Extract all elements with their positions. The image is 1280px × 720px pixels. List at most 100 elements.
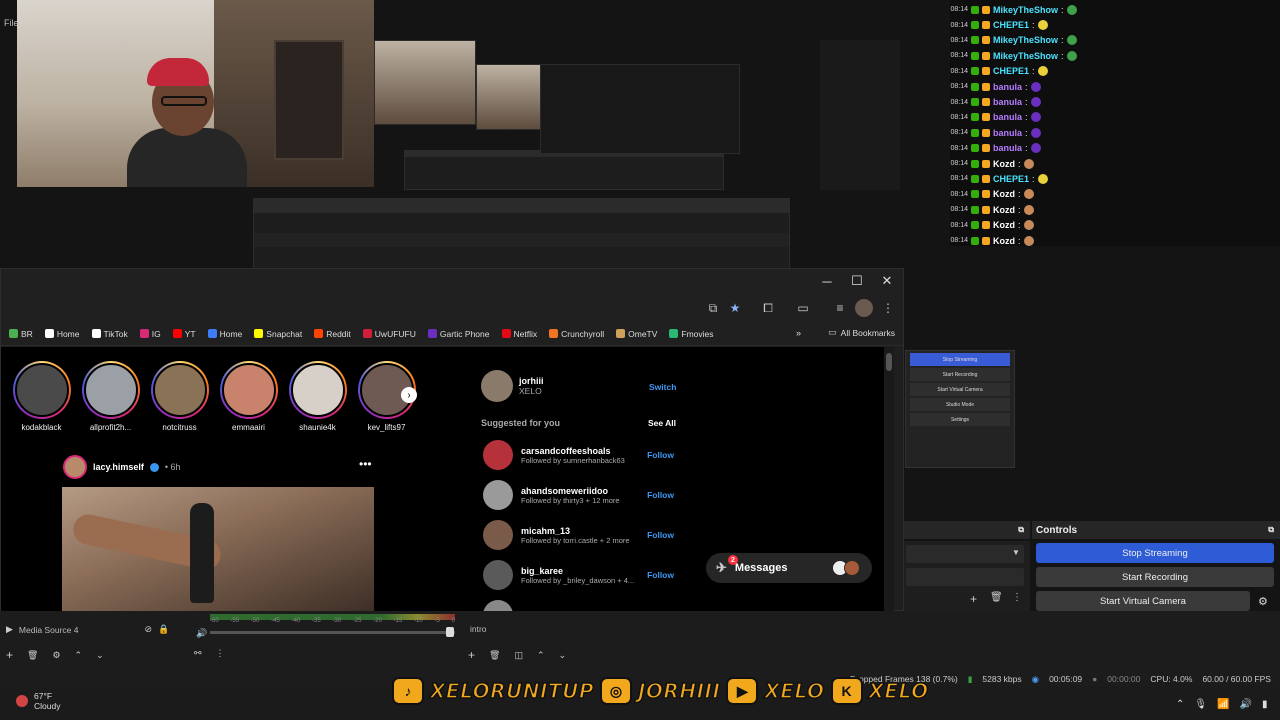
bookmark-item[interactable]: Fmovies	[669, 329, 714, 339]
move-up-icon[interactable]: ⌃	[75, 650, 83, 661]
avatar[interactable]	[483, 480, 513, 510]
avatar[interactable]	[483, 440, 513, 470]
bookmark-item[interactable]: Home	[207, 329, 242, 339]
kebab-icon[interactable]: ⋮	[1012, 592, 1022, 603]
story-item[interactable]: notcitruss	[150, 361, 209, 432]
trash-icon[interactable]: 🗑	[489, 650, 500, 661]
chat-username[interactable]: Kozd	[993, 189, 1015, 199]
chat-username[interactable]: CHEPE1	[993, 174, 1029, 184]
battery-icon[interactable]: ▮	[1262, 699, 1268, 710]
add-icon[interactable]: +	[468, 648, 475, 662]
dropdown-field[interactable]	[906, 545, 1024, 563]
undock-icon[interactable]: ⧉	[1268, 525, 1274, 535]
chat-username[interactable]: MikeyTheShow	[993, 5, 1058, 15]
trash-icon[interactable]: 🗑	[990, 592, 1003, 603]
control-button[interactable]: Start Virtual Camera	[1036, 591, 1250, 611]
chat-username[interactable]: Kozd	[993, 159, 1015, 169]
trash-icon[interactable]: 🗑	[27, 650, 38, 661]
install-app-icon[interactable]: ⧉	[704, 299, 722, 317]
volume-slider-knob[interactable]	[446, 627, 454, 637]
chat-username[interactable]: banula	[993, 112, 1022, 122]
gear-icon[interactable]: ⚙	[1258, 595, 1268, 608]
wifi-icon[interactable]: 📶	[1217, 699, 1229, 710]
bookmark-item[interactable]: Gartic Phone	[427, 329, 490, 339]
messages-button[interactable]: ✈ 2 Messages	[706, 553, 872, 583]
chat-username[interactable]: CHEPE1	[993, 20, 1029, 30]
link-icon[interactable]: ⚯	[194, 648, 202, 659]
control-button[interactable]: Stop Streaming	[1036, 543, 1274, 563]
switch-account-link[interactable]: Switch	[649, 382, 676, 392]
lock-icon[interactable]: 🔒	[158, 624, 169, 635]
visibility-icon[interactable]: ⊘	[144, 624, 152, 635]
add-icon[interactable]: +	[6, 648, 13, 662]
bookmark-item[interactable]: BR	[9, 329, 33, 339]
more-bookmarks-icon[interactable]: »	[796, 328, 801, 338]
avatar[interactable]	[483, 520, 513, 550]
chat-username[interactable]: banula	[993, 82, 1022, 92]
chat-username[interactable]: banula	[993, 128, 1022, 138]
extensions-icon[interactable]: ⧠	[759, 299, 777, 317]
suggestion-username[interactable]: big_karee	[521, 566, 634, 576]
story-item[interactable]: shaunie4k	[288, 361, 347, 432]
bookmark-item[interactable]: Reddit	[314, 329, 351, 339]
bookmark-item[interactable]: Snapchat	[254, 329, 302, 339]
chat-username[interactable]: Kozd	[993, 205, 1015, 215]
see-all-link[interactable]: See All	[648, 418, 676, 428]
volume-icon[interactable]: 🔊	[196, 628, 207, 639]
spin-field[interactable]	[906, 568, 1024, 586]
scene-item[interactable]: intro	[470, 624, 487, 634]
volume-slider[interactable]	[210, 631, 455, 634]
move-up-icon[interactable]: ⌃	[537, 650, 545, 661]
chat-username[interactable]: MikeyTheShow	[993, 51, 1058, 61]
chat-username[interactable]: CHEPE1	[993, 66, 1029, 76]
maximize-icon[interactable]: ☐	[844, 271, 870, 291]
post-username[interactable]: lacy.himself	[93, 462, 144, 472]
chat-username[interactable]: MikeyTheShow	[993, 35, 1058, 45]
control-button[interactable]: Start Recording	[1036, 567, 1274, 587]
kebab-menu-icon[interactable]: ⋮	[879, 299, 897, 317]
bookmark-item[interactable]: Home	[44, 329, 80, 339]
add-icon[interactable]: +	[970, 592, 977, 606]
stories-next-icon[interactable]: ›	[401, 387, 417, 403]
move-down-icon[interactable]: ⌄	[559, 650, 567, 661]
suggestion-username[interactable]: ahandsomeweriidoo	[521, 486, 620, 496]
source-row[interactable]: ▶ Media Source 4 ⊘ 🔒	[6, 624, 169, 635]
page-scrollbar[interactable]	[884, 347, 894, 611]
media-icon[interactable]: ≡	[831, 299, 849, 317]
chat-username[interactable]: Kozd	[993, 236, 1015, 246]
story-item[interactable]: allprofit2h...	[81, 361, 140, 432]
bookmark-star-icon[interactable]: ★	[726, 299, 744, 317]
gear-icon[interactable]: ⚙	[52, 650, 60, 661]
microphone-icon[interactable]: 🎙	[1194, 699, 1207, 710]
cast-icon[interactable]: ▭	[794, 299, 812, 317]
bookmark-item[interactable]: Crunchyroll	[549, 329, 604, 339]
post-options-icon[interactable]: •••	[359, 457, 372, 471]
avatar[interactable]	[483, 560, 513, 590]
chevron-up-icon[interactable]: ⌃	[1176, 699, 1184, 710]
close-icon[interactable]: ✕	[874, 271, 900, 291]
kebab-icon[interactable]: ⋮	[216, 648, 225, 659]
bookmark-item[interactable]: OmeTV	[616, 329, 657, 339]
chat-username[interactable]: banula	[993, 97, 1022, 107]
undock-icon[interactable]: ⧉	[1018, 525, 1024, 535]
bookmark-item[interactable]: IG	[139, 329, 161, 339]
all-bookmarks[interactable]: ▭ All Bookmarks	[828, 327, 895, 338]
follow-button[interactable]: Follow	[647, 490, 674, 500]
filter-icon[interactable]: ◫	[514, 650, 523, 661]
move-down-icon[interactable]: ⌄	[96, 650, 104, 661]
story-item[interactable]: emmaairi	[219, 361, 278, 432]
follow-button[interactable]: Follow	[647, 530, 674, 540]
weather-widget[interactable]: 67°F Cloudy	[16, 691, 60, 711]
bookmark-item[interactable]: Netflix	[501, 329, 537, 339]
follow-button[interactable]: Follow	[647, 450, 674, 460]
suggestion-username[interactable]: micahm_13	[521, 526, 630, 536]
post-image[interactable]	[62, 487, 374, 611]
chat-username[interactable]: Kozd	[993, 220, 1015, 230]
play-icon[interactable]: ▶	[6, 624, 13, 635]
avatar[interactable]	[481, 370, 513, 402]
bookmark-item[interactable]: TikTok	[91, 329, 128, 339]
avatar[interactable]	[63, 455, 87, 479]
profile-username[interactable]: jorhiii	[519, 376, 544, 386]
file-menu[interactable]: File	[4, 18, 19, 28]
follow-button[interactable]: Follow	[647, 570, 674, 580]
